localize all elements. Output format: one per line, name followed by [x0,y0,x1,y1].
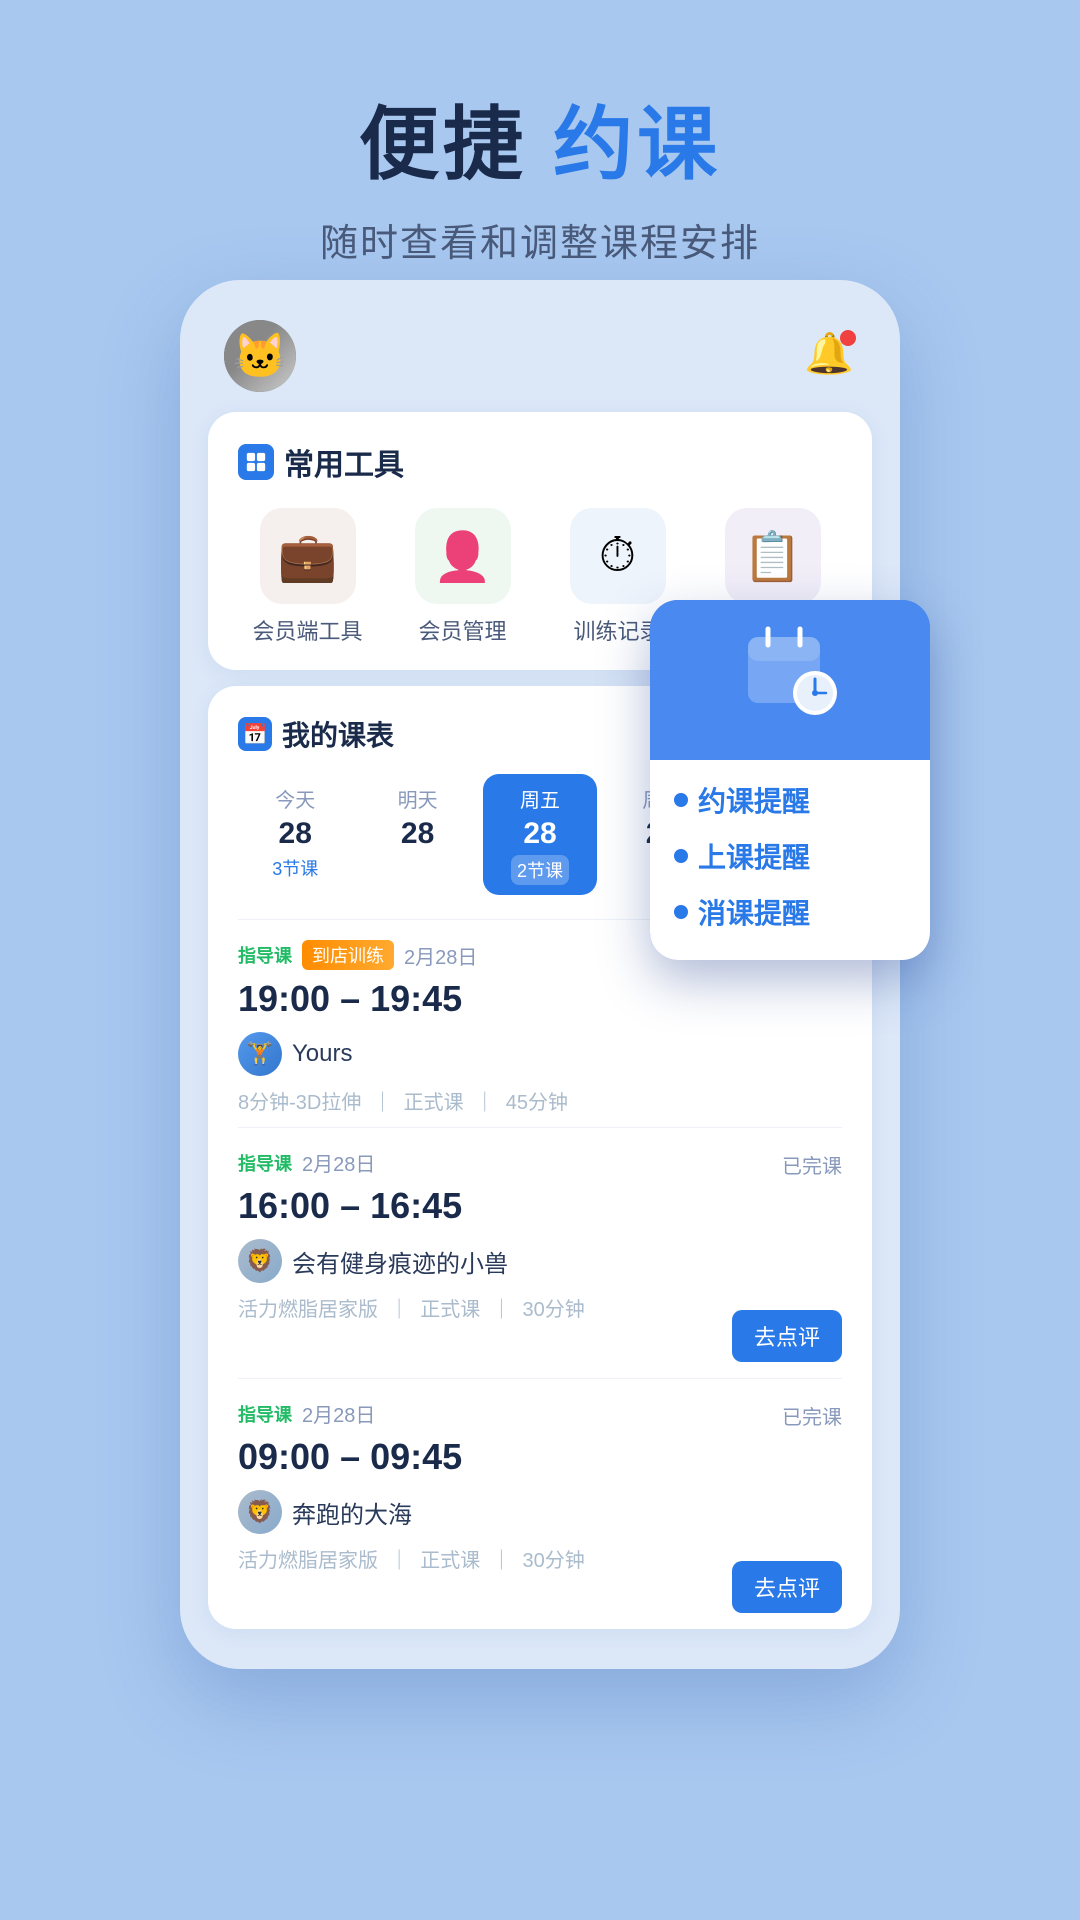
dot-icon [674,849,688,863]
review-btn-2[interactable]: 去点评 [732,1561,842,1613]
lesson-2: 指导课 2月28日 已完课 16:00 – 16:45 🦁 会有健身痕迹的小兽 … [238,1127,842,1378]
float-content: 约课提醒 上课提醒 消课提醒 [650,760,930,960]
notification-badge [840,330,856,346]
day-today[interactable]: 今天 28 3节课 [238,774,352,895]
float-top [650,600,930,760]
trainer-1-row: 🏋 Yours [238,1032,842,1076]
reminder-1: 约课提醒 [674,780,906,820]
lesson-2-top: 指导课 2月28日 已完课 [238,1148,842,1177]
day-tomorrow[interactable]: 明天 28 [360,774,474,895]
tool-icon-orange: 💼 [260,508,356,604]
dot-icon [674,905,688,919]
trainer-2-row: 🦁 会有健身痕迹的小兽 [238,1239,842,1283]
tool-icon-green: 👤 [415,508,511,604]
day-friday[interactable]: 周五 28 2节课 [483,774,597,895]
page-title: 便捷 约课 [0,80,1080,196]
reminder-2: 上课提醒 [674,836,906,876]
phone-topbar: 🔔 [208,310,872,412]
tool-member-client[interactable]: 💼 会员端工具 [238,508,377,646]
tool-icon-blue: ⏱ [570,508,666,604]
lesson-3-top: 指导课 2月28日 已完课 [238,1399,842,1428]
header: 便捷 约课 随时查看和调整课程安排 [0,0,1080,267]
phone-frame: 🔔 常用工具 💼 会员端工具 [180,280,900,1669]
calendar-clock-icon [740,621,840,743]
trainer-2-avatar: 🦁 [238,1239,282,1283]
avatar [224,320,296,392]
schedule-icon: 📅 [238,717,272,751]
floating-reminder-card: 约课提醒 上课提醒 消课提醒 [650,600,930,960]
phone-mockup: 🔔 常用工具 💼 会员端工具 [180,280,900,1669]
tools-title: 常用工具 [238,440,842,484]
tool-member-mgmt[interactable]: 👤 会员管理 [393,508,532,646]
reminder-3: 消课提醒 [674,892,906,932]
dot-icon [674,793,688,807]
trainer-3-row: 🦁 奔跑的大海 [238,1490,842,1534]
trainer-3-avatar: 🦁 [238,1490,282,1534]
review-btn-1[interactable]: 去点评 [732,1310,842,1362]
lesson-3: 指导课 2月28日 已完课 09:00 – 09:45 🦁 奔跑的大海 活力燃脂… [238,1378,842,1629]
trainer-1-avatar: 🏋 [238,1032,282,1076]
tool-icon-purple: 📋 [725,508,821,604]
notification-bell[interactable]: 🔔 [804,330,856,382]
tools-icon [238,444,274,480]
